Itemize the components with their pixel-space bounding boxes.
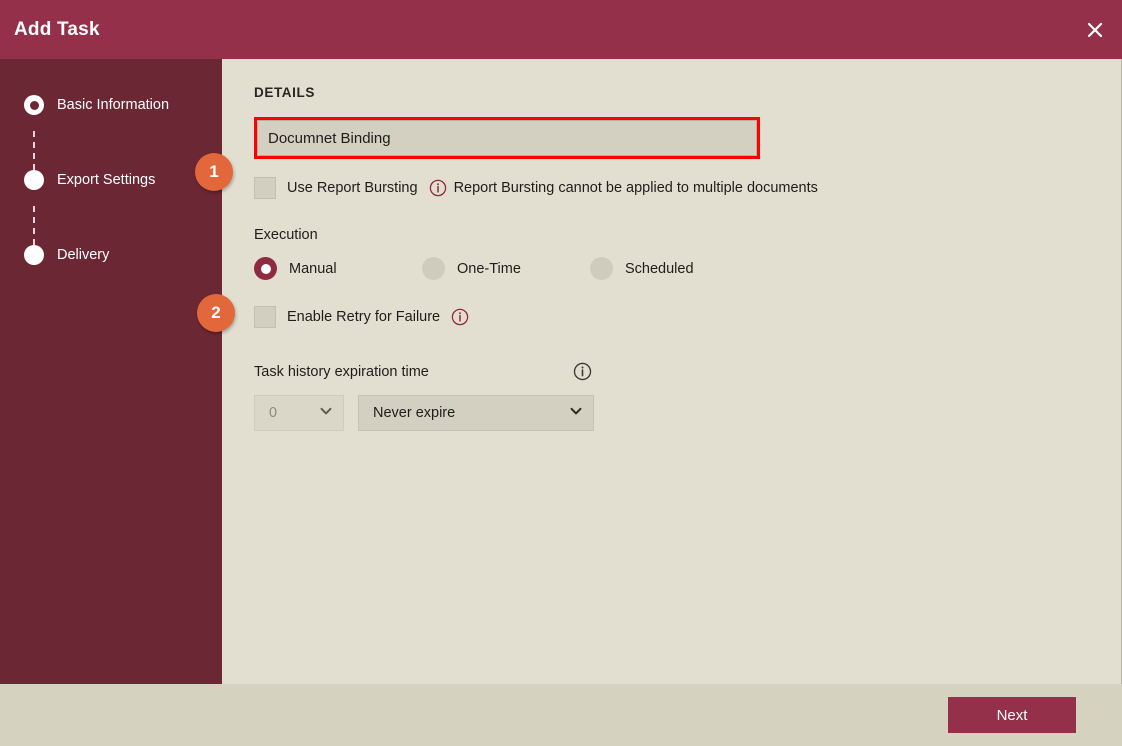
retry-row: Enable Retry for Failure: [254, 306, 1121, 328]
info-icon[interactable]: [451, 308, 469, 326]
sidebar-item-basic-information[interactable]: Basic Information: [24, 87, 222, 123]
sidebar-item-label: Basic Information: [57, 97, 170, 113]
expiration-label-row: Task history expiration time: [254, 362, 592, 381]
expiration-unit-value: Never expire: [373, 405, 456, 421]
task-name-input[interactable]: [257, 120, 757, 156]
section-title-details: DETAILS: [254, 85, 315, 100]
chevron-down-icon: [569, 404, 583, 423]
annotation-badge-2: 2: [197, 294, 235, 332]
radio-icon: [590, 257, 613, 280]
annotation-badge-1: 1: [195, 153, 233, 191]
dialog-title: Add Task: [14, 18, 100, 40]
enable-retry-checkbox[interactable]: [254, 306, 276, 328]
radio-icon: [254, 257, 277, 280]
chevron-down-icon: [319, 404, 333, 423]
info-icon[interactable]: [573, 362, 592, 381]
close-icon: [1085, 20, 1105, 40]
expiration-unit-select[interactable]: Never expire: [358, 395, 594, 431]
wizard-steps: Basic Information Export Settings Delive…: [0, 87, 222, 273]
task-name-highlight: [254, 117, 760, 159]
execution-option-label: Manual: [289, 260, 337, 277]
execution-label: Execution: [254, 227, 318, 243]
report-bursting-note: Report Bursting cannot be applied to mul…: [453, 180, 818, 196]
sidebar-item-delivery[interactable]: Delivery: [24, 237, 222, 273]
execution-option-one-time[interactable]: One-Time: [422, 257, 590, 280]
use-report-bursting-checkbox[interactable]: [254, 177, 276, 199]
expiration-selects-row: 0 Never expire: [254, 395, 1121, 431]
radio-icon: [422, 257, 445, 280]
step-dot-icon: [24, 95, 44, 115]
execution-radio-group: Manual One-Time Scheduled: [254, 257, 1121, 280]
wizard-sidebar: Basic Information Export Settings Delive…: [0, 59, 222, 684]
expiration-amount-value: 0: [269, 405, 278, 421]
step-dot-icon: [24, 170, 44, 190]
use-report-bursting-label: Use Report Bursting: [287, 180, 418, 196]
details-panel: DETAILS Use Report Bursting Report Burst…: [222, 59, 1122, 684]
close-button[interactable]: [1068, 0, 1122, 59]
sidebar-item-export-settings[interactable]: Export Settings: [24, 162, 222, 198]
execution-option-manual[interactable]: Manual: [254, 257, 422, 280]
add-task-dialog: Add Task Basic Information Export Settin…: [0, 0, 1122, 746]
enable-retry-label: Enable Retry for Failure: [287, 309, 441, 325]
report-bursting-row: Use Report Bursting Report Bursting cann…: [254, 177, 1121, 199]
next-button[interactable]: Next: [948, 697, 1076, 733]
sidebar-item-label: Export Settings: [57, 172, 156, 188]
execution-option-label: Scheduled: [625, 260, 694, 277]
dialog-body: Basic Information Export Settings Delive…: [0, 59, 1122, 684]
expiration-label: Task history expiration time: [254, 363, 429, 380]
execution-option-scheduled[interactable]: Scheduled: [590, 257, 694, 280]
execution-option-label: One-Time: [457, 260, 521, 277]
dialog-titlebar: Add Task: [0, 0, 1122, 59]
dialog-footer: Next: [0, 684, 1122, 746]
step-dot-icon: [24, 245, 44, 265]
info-icon[interactable]: [429, 179, 447, 197]
expiration-amount-select[interactable]: 0: [254, 395, 344, 431]
sidebar-item-label: Delivery: [57, 247, 110, 263]
